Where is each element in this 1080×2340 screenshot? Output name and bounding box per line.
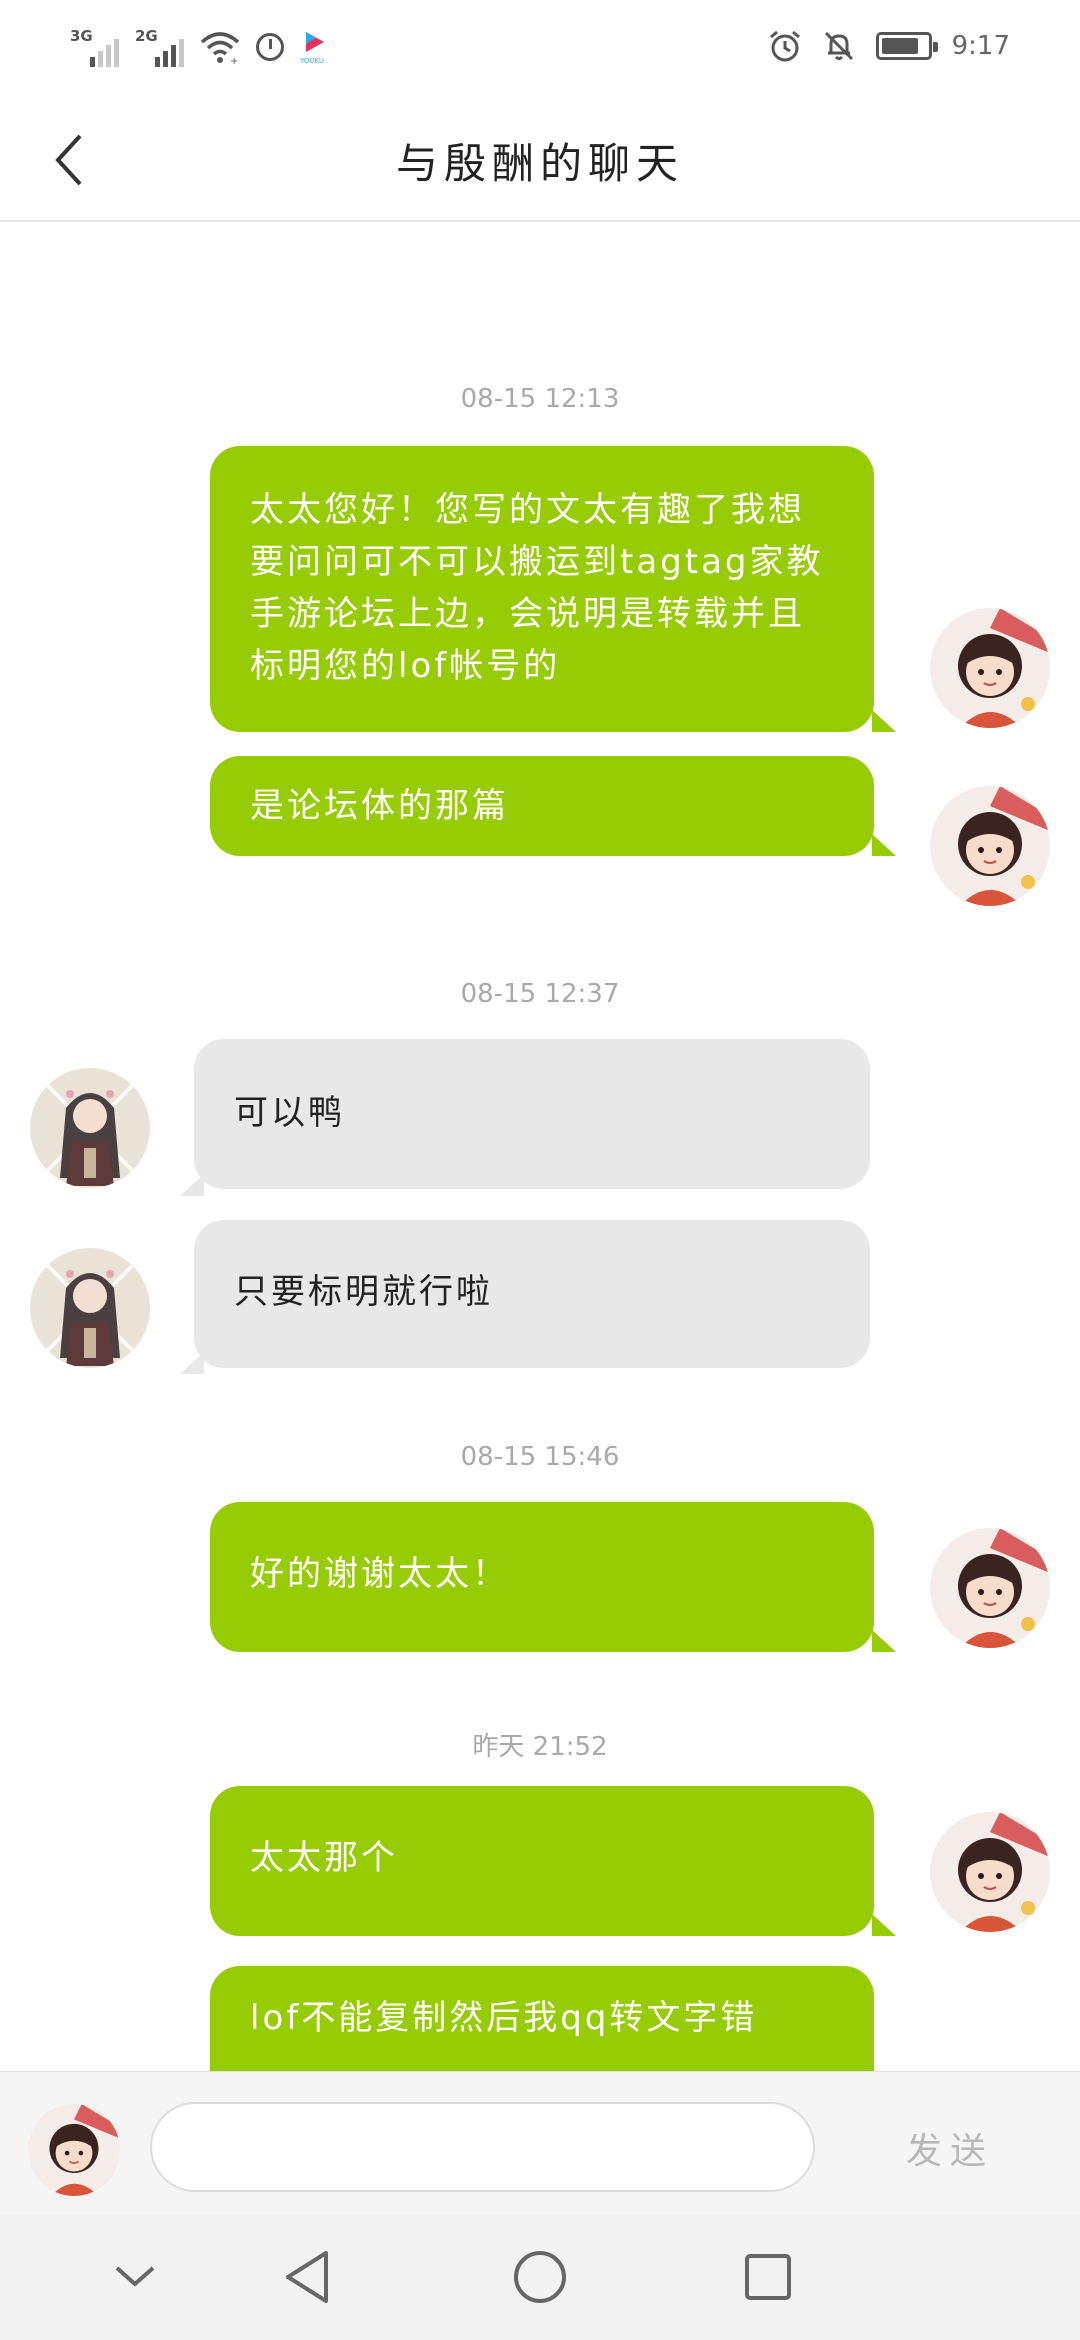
- battery-icon: [875, 32, 938, 60]
- message-thread[interactable]: 08-15 12:13 太太您好！您写的文太有趣了我想要问问可不可以搬运到tag…: [0, 224, 1080, 2071]
- message-bubble-sent[interactable]: 太太您好！您写的文太有趣了我想要问问可不可以搬运到tagtag家教手游论坛上边，…: [210, 446, 874, 732]
- status-time: 9:17: [951, 31, 1010, 61]
- youku-icon: YOUKU: [299, 30, 330, 65]
- back-triangle-icon[interactable]: [268, 2237, 348, 2317]
- sim1-network-label: 3G: [70, 27, 93, 45]
- svg-text:YOUKU: YOUKU: [300, 57, 324, 64]
- signal-icon: 3G: [70, 27, 119, 67]
- my-avatar[interactable]: [930, 786, 1050, 906]
- send-button[interactable]: 发送: [880, 2108, 1020, 2188]
- message-timestamp: 08-15 12:37: [460, 979, 620, 1009]
- mute-bell-icon: [822, 29, 856, 63]
- svg-text:+: +: [230, 56, 238, 64]
- home-circle-icon[interactable]: [500, 2237, 580, 2317]
- status-right: 9:17: [768, 24, 1010, 68]
- composer-bar: 发送: [0, 2071, 1080, 2215]
- sim2-network-label: 2G: [135, 27, 158, 45]
- my-avatar[interactable]: [930, 1528, 1050, 1648]
- status-left: 3G 2G + YOUKU: [70, 22, 330, 72]
- wifi-icon: +: [200, 30, 240, 67]
- message-bubble-received[interactable]: 可以鸭: [194, 1039, 870, 1189]
- my-avatar[interactable]: [28, 2104, 120, 2196]
- status-bar: 3G 2G + YOUKU 9:17: [0, 0, 1080, 90]
- contact-avatar[interactable]: [30, 1248, 150, 1368]
- message-bubble-sent[interactable]: lof不能复制然后我qq转文字错: [210, 1966, 874, 2071]
- timer-icon: [256, 33, 284, 61]
- message-input[interactable]: [150, 2102, 815, 2192]
- message-bubble-sent[interactable]: 太太那个: [210, 1786, 874, 1936]
- recents-square-icon[interactable]: [728, 2237, 808, 2317]
- chat-header: 与殷酬的聊天: [0, 90, 1080, 222]
- signal-icon: 2G: [135, 27, 184, 67]
- message-timestamp: 昨天 21:52: [472, 1732, 608, 1762]
- message-bubble-sent[interactable]: 好的谢谢太太！: [210, 1502, 874, 1652]
- page-title: 与殷酬的聊天: [395, 139, 684, 188]
- message-timestamp: 08-15 12:13: [460, 384, 620, 414]
- my-avatar[interactable]: [930, 1812, 1050, 1932]
- message-timestamp: 08-15 15:46: [460, 1442, 620, 1472]
- system-nav-bar: [0, 2215, 1080, 2340]
- alarm-icon: [768, 29, 802, 63]
- my-avatar[interactable]: [930, 608, 1050, 728]
- message-bubble-sent[interactable]: 是论坛体的那篇: [210, 756, 874, 856]
- collapse-icon[interactable]: [95, 2237, 175, 2317]
- message-bubble-received[interactable]: 只要标明就行啦: [194, 1220, 870, 1368]
- contact-avatar[interactable]: [30, 1068, 150, 1188]
